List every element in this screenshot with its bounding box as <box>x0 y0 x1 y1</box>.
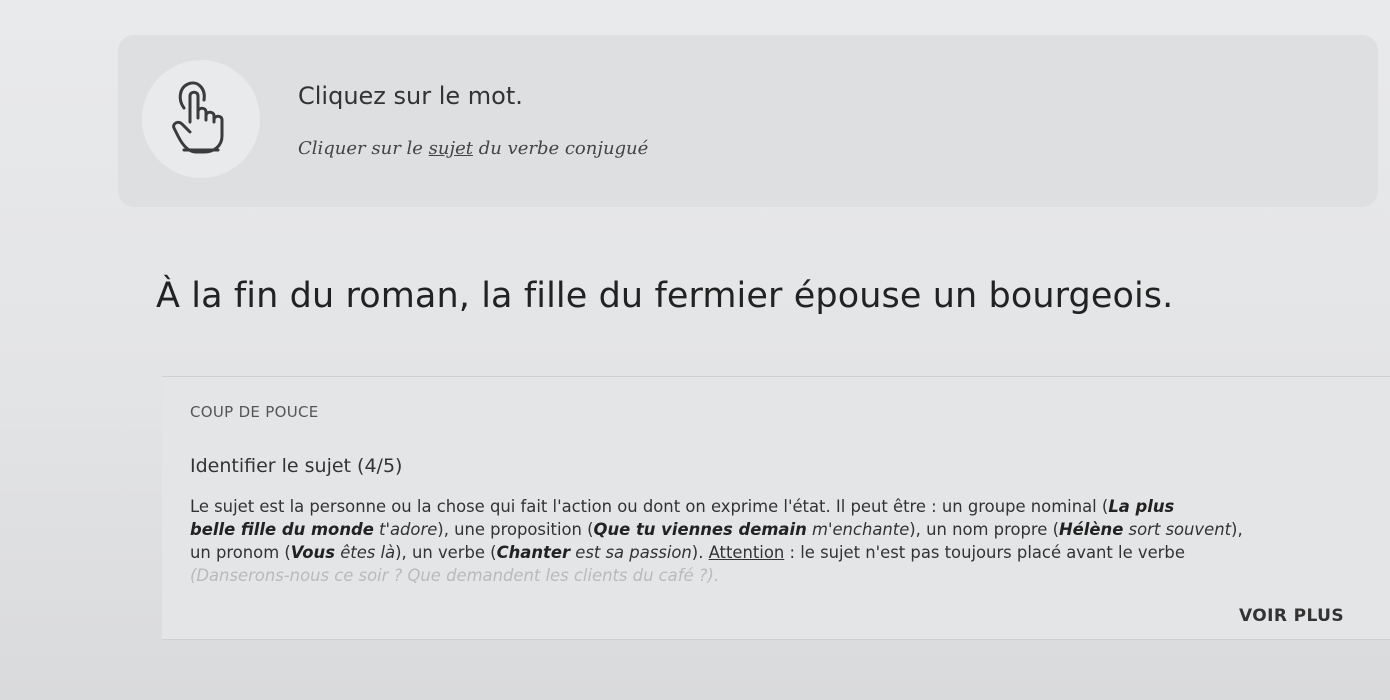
word-fermier[interactable]: fermier <box>654 276 782 316</box>
word-du[interactable]: du <box>290 276 335 316</box>
word-du-2[interactable]: du <box>599 276 644 316</box>
hint-card: COUP DE POUCE Identifier le sujet (4/5) … <box>162 376 1390 640</box>
word-la[interactable]: la <box>191 276 222 316</box>
word-un[interactable]: un <box>933 276 978 316</box>
pointing-hand-icon <box>172 81 224 154</box>
exercise-sentence: À la fin du roman, la fille du fermier é… <box>156 276 1173 316</box>
instruction-icon-badge <box>142 60 260 178</box>
word-a[interactable]: À <box>156 276 180 316</box>
hint-line-4-faded: (Danserons-nous ce soir ? Que demandent … <box>190 566 720 585</box>
word-epouse[interactable]: épouse <box>794 276 922 316</box>
instruction-panel <box>118 35 1378 207</box>
instruction-title: Cliquez sur le mot. <box>298 82 523 110</box>
hint-line-1: Le sujet est la personne ou la chose qui… <box>190 497 1175 516</box>
see-more-button[interactable]: VOIR PLUS <box>1239 606 1344 626</box>
word-la-2[interactable]: la <box>481 276 512 316</box>
word-bourgeois[interactable]: bourgeois. <box>989 276 1174 316</box>
hint-line-3: un pronom (Vous êtes là), un verbe (Chan… <box>190 543 1185 562</box>
hint-title: Identifier le sujet (4/5) <box>190 455 403 477</box>
instruction-subtitle: Cliquer sur le sujet du verbe conjugué <box>298 138 649 159</box>
hint-line-2: belle fille du monde t'adore), une propo… <box>190 520 1243 539</box>
hint-body: Le sujet est la personne ou la chose qui… <box>190 495 1378 591</box>
word-roman[interactable]: roman, <box>346 276 470 316</box>
word-fille[interactable]: fille <box>524 276 588 316</box>
word-fin[interactable]: fin <box>234 276 279 316</box>
subject-term: sujet <box>428 138 473 159</box>
hint-tag: COUP DE POUCE <box>190 403 319 421</box>
